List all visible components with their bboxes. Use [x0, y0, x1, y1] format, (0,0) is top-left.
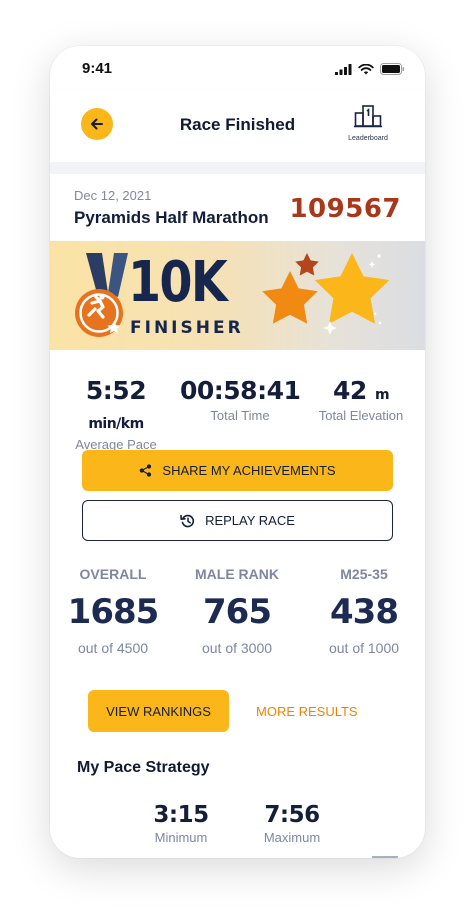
stat-value: 00:58:41	[180, 376, 301, 405]
ranking-heading: OVERALL	[79, 566, 147, 582]
ranking-out-of: out of 3000	[201, 640, 273, 656]
replay-icon	[180, 514, 195, 527]
stat-caption: Total Time	[210, 408, 270, 423]
stat-number: 00:58:41	[180, 376, 301, 405]
stat-total-elevation: 42 m Total Elevation	[301, 376, 421, 423]
ranking-heading: M25-35	[340, 566, 388, 582]
pace-minimum: 3:15 Minimum	[131, 802, 231, 845]
ranking-overall: OVERALL 1685 out of 4500	[50, 566, 176, 656]
ranking-heading: MALE RANK	[195, 566, 279, 582]
stat-number: 42	[332, 376, 367, 405]
ranking-number: 765	[203, 592, 272, 632]
battery-icon	[380, 63, 405, 75]
ranking-number: 438	[330, 592, 399, 632]
leaderboard-button[interactable]: Leaderboard	[342, 104, 394, 142]
replay-label: REPLAY RACE	[205, 513, 295, 528]
scroll-indicator	[372, 856, 398, 858]
race-name: Pyramids Half Marathon	[74, 208, 269, 227]
status-bar: 9:41	[50, 46, 425, 90]
ranking-male: MALE RANK 765 out of 3000	[174, 566, 300, 656]
share-label: SHARE MY ACHIEVEMENTS	[162, 463, 336, 478]
ranking-out-of: out of 4500	[77, 640, 149, 656]
stat-total-time: 00:58:41 Total Time	[180, 376, 301, 423]
more-results-link[interactable]: MORE RESULTS	[256, 704, 358, 719]
stat-average-pace: 5:52 min/km Average Pace	[56, 376, 176, 452]
app-header: Race Finished Leaderboard	[50, 90, 425, 162]
status-time: 9:41	[82, 60, 113, 77]
stat-value: 5:52 min/km	[56, 376, 176, 434]
pace-caption: Maximum	[263, 830, 321, 845]
ranking-out-of: out of 1000	[328, 640, 400, 656]
stat-unit: m	[374, 387, 390, 403]
replay-race-button[interactable]: REPLAY RACE	[82, 500, 393, 541]
pace-caption: Minimum	[154, 830, 208, 845]
wifi-icon	[358, 63, 374, 74]
star-icon	[262, 253, 390, 335]
stat-caption: Total Elevation	[318, 408, 404, 423]
pace-value: 7:56	[264, 802, 320, 828]
stat-value: 42 m	[301, 376, 421, 405]
banner-distance: 10K	[128, 250, 228, 315]
share-icon	[140, 464, 152, 477]
ranking-number: 1685	[67, 592, 160, 632]
leaderboard-icon	[354, 105, 382, 128]
stat-unit: min/km	[88, 416, 144, 432]
ranking-age-group: M25-35 438 out of 1000	[301, 566, 425, 656]
section-divider	[50, 162, 425, 174]
status-icons	[335, 63, 405, 75]
banner-subtitle: FINISHER	[130, 318, 244, 338]
race-date: Dec 12, 2021	[74, 188, 152, 203]
pace-value: 3:15	[153, 802, 209, 828]
leaderboard-label: Leaderboard	[348, 135, 388, 142]
phone-screen: 9:41 Race Finished Leaderboard Dec 12, 2…	[50, 46, 425, 858]
bib-number: 109567	[289, 194, 401, 224]
view-rankings-button[interactable]: VIEW RANKINGS	[88, 690, 229, 732]
share-achievements-button[interactable]: SHARE MY ACHIEVEMENTS	[82, 450, 393, 491]
pace-strategy-title: My Pace Strategy	[77, 759, 210, 776]
signal-icon	[335, 63, 352, 75]
pace-maximum: 7:56 Maximum	[242, 802, 342, 845]
stat-number: 5:52	[85, 376, 147, 405]
finisher-banner: 10K FINISHER	[50, 241, 425, 350]
